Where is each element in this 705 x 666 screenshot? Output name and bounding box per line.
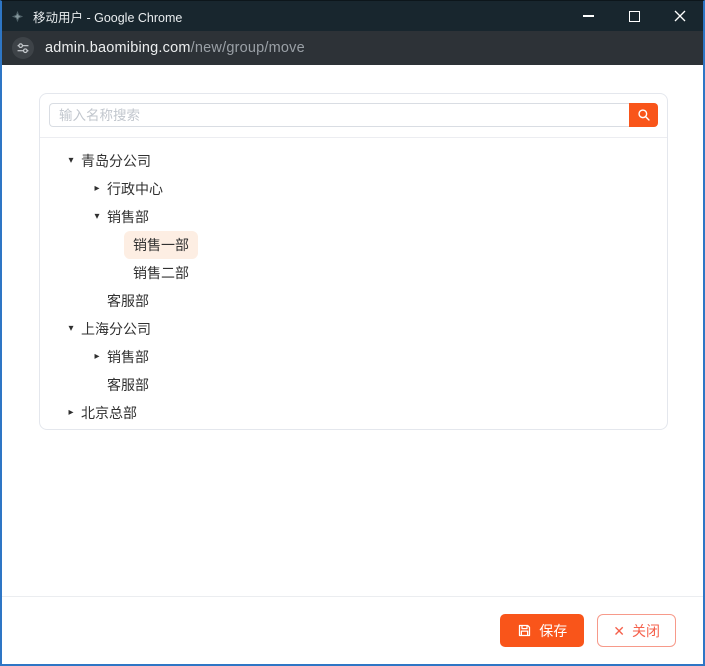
browser-window: 移动用户 - Google Chrome admin.baomibing.com… — [0, 0, 705, 666]
org-picker-panel: ▾ 青岛分公司 ▸ 行政中心 ▾ 销售部 销售一部 销售二部 客服部 ▾ 上海分… — [39, 93, 668, 430]
tree-node-label: 销售部 — [107, 349, 149, 365]
tree-node-label: 北京总部 — [81, 405, 137, 421]
window-favicon-icon — [9, 8, 25, 24]
minimize-icon — [582, 15, 594, 17]
search-icon — [637, 109, 650, 121]
tree-toggle-icon[interactable]: ▸ — [87, 184, 107, 194]
close-button[interactable]: ✕ 关闭 — [597, 614, 676, 647]
search-row — [40, 94, 667, 138]
tree-node[interactable]: 销售一部 — [40, 231, 667, 259]
tree-node[interactable]: ▸ 行政中心 — [40, 175, 667, 203]
tree-node[interactable]: 客服部 — [40, 371, 667, 399]
window-title: 移动用户 - Google Chrome — [33, 10, 183, 25]
tree-node[interactable]: ▸ 销售部 — [40, 343, 667, 371]
tree-node-label: 青岛分公司 — [81, 153, 151, 169]
tree-toggle-icon[interactable]: ▸ — [87, 352, 107, 362]
tree-node-label: 销售一部 — [124, 231, 198, 259]
tree-toggle-icon[interactable]: ▾ — [61, 156, 81, 166]
site-info-button[interactable] — [12, 37, 34, 59]
close-window-icon — [674, 10, 686, 22]
tree-node-label: 销售部 — [107, 209, 149, 225]
tree-node[interactable]: ▾ 青岛分公司 — [40, 147, 667, 175]
save-icon — [519, 624, 531, 637]
tree-toggle-icon[interactable]: ▸ — [61, 408, 81, 418]
close-x-icon: ✕ — [613, 622, 625, 639]
tree-node-label: 行政中心 — [107, 181, 163, 197]
url-path: /new/group/move — [190, 40, 305, 56]
page-content: ▾ 青岛分公司 ▸ 行政中心 ▾ 销售部 销售一部 销售二部 客服部 ▾ 上海分… — [2, 65, 703, 596]
tree-node[interactable]: ▾ 上海分公司 — [40, 315, 667, 343]
url-domain: admin.baomibing.com — [45, 40, 191, 56]
close-window-button[interactable] — [657, 1, 703, 31]
tune-icon — [17, 43, 29, 54]
address-bar: admin.baomibing.com/new/group/move — [2, 31, 703, 65]
tree-node-label: 客服部 — [107, 377, 149, 393]
save-button[interactable]: 保存 — [500, 614, 585, 647]
search-button[interactable] — [629, 103, 658, 127]
tree-toggle-icon[interactable]: ▾ — [87, 212, 107, 222]
title-bar: 移动用户 - Google Chrome — [2, 1, 703, 31]
footer-bar: 保存 ✕ 关闭 — [2, 596, 703, 664]
maximize-icon — [628, 10, 640, 22]
tree-node[interactable]: ▸ 北京总部 — [40, 399, 667, 427]
minimize-button[interactable] — [565, 1, 611, 31]
window-controls — [565, 1, 703, 31]
org-tree: ▾ 青岛分公司 ▸ 行政中心 ▾ 销售部 销售一部 销售二部 客服部 ▾ 上海分… — [40, 138, 667, 427]
maximize-button[interactable] — [611, 1, 657, 31]
tree-node[interactable]: ▾ 销售部 — [40, 203, 667, 231]
tree-node-label: 客服部 — [107, 293, 149, 309]
url-text: admin.baomibing.com/new/group/move — [45, 40, 305, 56]
tree-toggle-icon[interactable]: ▾ — [61, 324, 81, 334]
close-button-label: 关闭 — [632, 622, 660, 639]
tree-node-label: 销售二部 — [133, 265, 189, 281]
search-input[interactable] — [49, 103, 629, 127]
tree-node[interactable]: 销售二部 — [40, 259, 667, 287]
save-button-label: 保存 — [539, 622, 568, 639]
tree-node-label: 上海分公司 — [81, 321, 151, 337]
tree-node[interactable]: 客服部 — [40, 287, 667, 315]
